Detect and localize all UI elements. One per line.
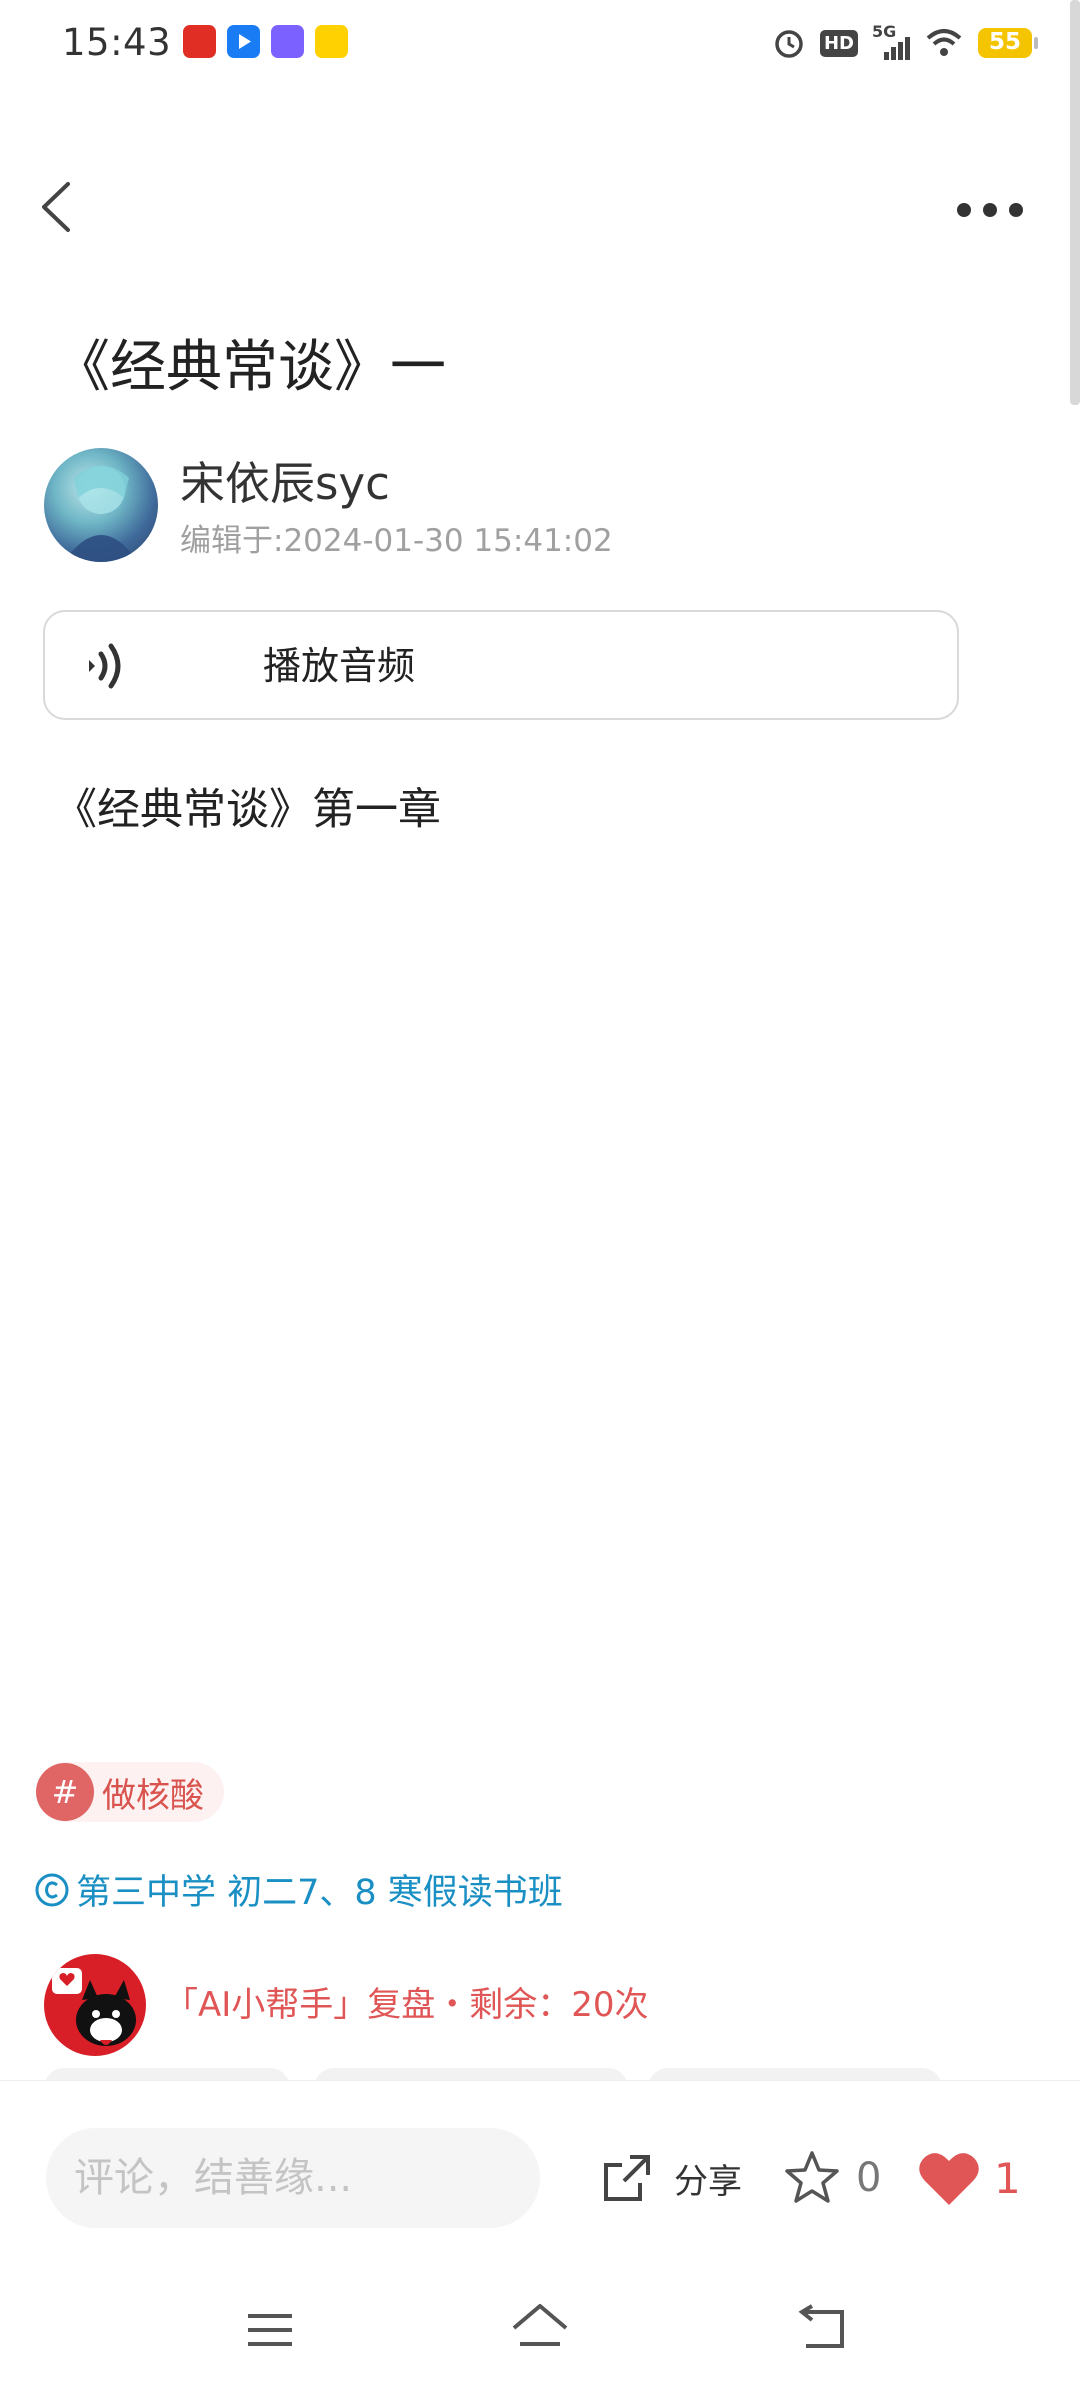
class-link-label: 第三中学 初二7、8 寒假读书班	[76, 1873, 563, 1913]
scrollbar[interactable]	[1070, 0, 1080, 405]
menu-nav-button[interactable]	[244, 2304, 296, 2356]
home-nav-button[interactable]	[510, 2300, 570, 2356]
home-icon	[512, 2304, 568, 2346]
share-label: 分享	[674, 2161, 742, 2202]
more-button[interactable]	[952, 190, 1028, 230]
post-title: 《经典常谈》一	[54, 335, 446, 400]
back-button[interactable]	[34, 172, 84, 242]
heart-icon	[919, 2153, 979, 2205]
cloud-app-icon	[271, 25, 304, 58]
post-body: 《经典常谈》第一章	[54, 785, 441, 835]
signal-icon: 5G	[872, 22, 910, 60]
share-icon	[604, 2155, 650, 2201]
hd-icon: HD	[819, 29, 858, 57]
video-app-icon	[227, 25, 260, 58]
favorite-button[interactable]: 0	[782, 2141, 881, 2215]
author-avatar[interactable]	[44, 448, 158, 562]
back-chevron-icon	[42, 182, 70, 232]
edit-timestamp: 编辑于:2024-01-30 15:41:02	[180, 523, 613, 559]
network-label: 5G	[872, 22, 897, 41]
topic-tag-label: 做核酸	[102, 1775, 204, 1816]
audio-wave-icon	[89, 643, 121, 689]
ai-helper-avatar[interactable]	[44, 1954, 146, 2056]
status-indicators: HD 5G 55	[772, 22, 1038, 64]
topic-tag[interactable]: # 做核酸	[36, 1762, 224, 1822]
like-count: 1	[994, 2153, 1021, 2203]
author-name[interactable]: 宋依辰syc	[180, 452, 390, 516]
system-navigation-bar	[0, 2280, 1080, 2400]
status-time: 15:43	[62, 21, 172, 64]
favorite-count: 0	[856, 2155, 882, 2201]
wifi-icon	[926, 29, 962, 56]
return-icon	[798, 2304, 844, 2348]
menu-icon	[248, 2314, 292, 2346]
audio-button-label: 播放音频	[263, 644, 416, 688]
copyright-circle-icon	[35, 1873, 69, 1906]
pinduoduo-app-icon	[183, 25, 216, 58]
class-link[interactable]: 第三中学 初二7、8 寒假读书班	[34, 1864, 563, 1915]
battery-indicator: 55	[978, 28, 1038, 58]
meituan-app-icon	[315, 25, 348, 58]
back-nav-button[interactable]	[796, 2302, 852, 2358]
share-button[interactable]: 分享	[600, 2141, 742, 2215]
star-icon	[785, 2151, 839, 2203]
bottom-action-bar: 分享 0 1	[0, 2080, 1080, 2281]
hash-icon: #	[36, 1763, 94, 1821]
more-dots-icon	[957, 203, 1023, 217]
alarm-icon	[775, 30, 803, 58]
comment-input[interactable]	[46, 2128, 540, 2228]
ai-helper-review-link[interactable]: 「AI小帮手」复盘・剩余：20次	[164, 1980, 649, 2030]
play-audio-button[interactable]: 播放音频	[43, 610, 959, 720]
like-button[interactable]: 1	[918, 2141, 1021, 2215]
